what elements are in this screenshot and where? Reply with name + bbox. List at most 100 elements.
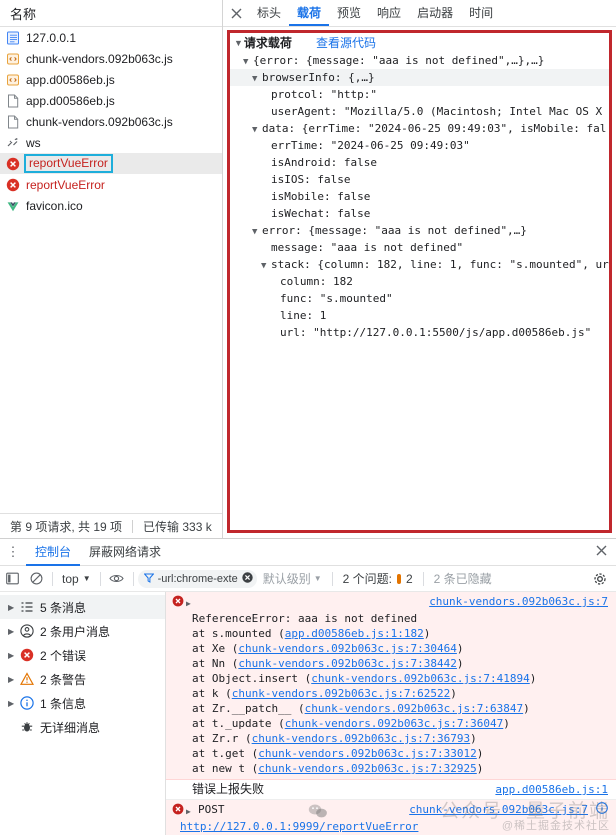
console-network-error-message[interactable]: ▶ POST chunk-vendors.092b063c.js:7 http:…: [166, 800, 616, 835]
json-row[interactable]: isWechat: false: [230, 205, 609, 222]
stack-frame[interactable]: at Object.insert (chunk-vendors.092b063c…: [166, 671, 616, 686]
stack-frame-link[interactable]: chunk-vendors.092b063c.js:7:36047: [285, 717, 504, 730]
stack-frame-link[interactable]: chunk-vendors.092b063c.js:7:32925: [258, 762, 477, 775]
request-row[interactable]: reportVueError: [0, 174, 222, 195]
log-level-selector[interactable]: 默认级别 ▼: [257, 570, 328, 587]
stack-frame[interactable]: at t._update (chunk-vendors.092b063c.js:…: [166, 716, 616, 731]
error-source-link[interactable]: chunk-vendors.092b063c.js:7: [429, 594, 608, 609]
expand-triangle-icon[interactable]: ▼: [252, 224, 262, 239]
json-row[interactable]: url: "http://127.0.0.1:5500/js/app.d0058…: [230, 324, 609, 341]
clear-filter-icon[interactable]: [242, 572, 253, 586]
request-row[interactable]: ws: [0, 132, 222, 153]
json-row[interactable]: ▼{error: {message: "aaa is not defined",…: [230, 52, 609, 69]
expand-triangle-icon[interactable]: ▶: [186, 596, 198, 611]
stack-frame-link[interactable]: chunk-vendors.092b063c.js:7:41894: [311, 672, 530, 685]
stack-frame[interactable]: at s.mounted (app.d00586eb.js:1:182): [166, 626, 616, 641]
json-row[interactable]: isIOS: false: [230, 171, 609, 188]
console-filter-input[interactable]: -url:chrome-exte: [138, 570, 257, 588]
stack-frame[interactable]: at new t (chunk-vendors.092b063c.js:7:32…: [166, 761, 616, 776]
stack-frame[interactable]: at Zr.r (chunk-vendors.092b063c.js:7:367…: [166, 731, 616, 746]
stack-frame-link[interactable]: chunk-vendors.092b063c.js:7:63847: [305, 702, 524, 715]
expand-triangle-icon[interactable]: ▼: [243, 54, 253, 69]
json-row[interactable]: line: 1: [230, 307, 609, 324]
console-sidebar-item[interactable]: 无详细消息: [0, 715, 165, 739]
console-log-message[interactable]: 错误上报失败 app.d00586eb.js:1: [166, 780, 616, 800]
expand-triangle-icon[interactable]: ▼: [252, 71, 262, 86]
detail-tab[interactable]: 响应: [369, 0, 409, 26]
console-sidebar-item[interactable]: ▶2 条警告: [0, 667, 165, 691]
detail-tab[interactable]: 启动器: [409, 0, 461, 26]
expand-triangle-icon[interactable]: ▶: [8, 627, 20, 636]
stack-frame-link[interactable]: app.d00586eb.js:1:182: [285, 627, 424, 640]
request-row[interactable]: chunk-vendors.092b063c.js: [0, 111, 222, 132]
expand-triangle-icon[interactable]: ▶: [8, 651, 20, 660]
network-source-link[interactable]: chunk-vendors.092b063c.js:7: [409, 802, 588, 817]
stack-frame[interactable]: at t.get (chunk-vendors.092b063c.js:7:33…: [166, 746, 616, 761]
show-console-sidebar-icon[interactable]: [0, 572, 24, 585]
console-sidebar[interactable]: ▶5 条消息▶2 条用户消息▶2 个错误▶2 条警告▶1 条信息无详细消息: [0, 592, 166, 835]
request-row[interactable]: 127.0.0.1: [0, 27, 222, 48]
stack-frame-link[interactable]: chunk-vendors.092b063c.js:7:38442: [238, 657, 457, 670]
close-icon[interactable]: [223, 0, 249, 26]
payload-header[interactable]: ▼ 请求载荷 查看源代码: [230, 33, 609, 52]
json-row[interactable]: message: "aaa is not defined": [230, 239, 609, 256]
request-rows[interactable]: 127.0.0.1chunk-vendors.092b063c.jsapp.d0…: [0, 27, 222, 513]
request-row[interactable]: app.d00586eb.js: [0, 90, 222, 111]
expand-triangle-icon[interactable]: ▶: [8, 699, 20, 708]
expand-triangle-icon[interactable]: ▼: [252, 122, 262, 137]
console-sidebar-item[interactable]: ▶5 条消息: [0, 595, 165, 619]
gear-icon[interactable]: [588, 572, 612, 586]
stack-frame[interactable]: at k (chunk-vendors.092b063c.js:7:62522): [166, 686, 616, 701]
detail-tab[interactable]: 时间: [461, 0, 501, 26]
json-row[interactable]: func: "s.mounted": [230, 290, 609, 307]
stack-frame-link[interactable]: chunk-vendors.092b063c.js:7:62522: [232, 687, 451, 700]
issues-indicator[interactable]: 2 个问题: 2: [337, 570, 419, 587]
stack-frame[interactable]: at Xe (chunk-vendors.092b063c.js:7:30464…: [166, 641, 616, 656]
stack-frame[interactable]: at Zr.__patch__ (chunk-vendors.092b063c.…: [166, 701, 616, 716]
stack-frame-suffix: ): [424, 627, 431, 640]
close-icon[interactable]: [596, 545, 607, 559]
live-expression-icon[interactable]: [105, 572, 129, 585]
drawer-tab[interactable]: 控制台: [26, 539, 80, 566]
detail-tab[interactable]: 标头: [249, 0, 289, 26]
json-row[interactable]: ▼error: {message: "aaa is not defined",……: [230, 222, 609, 239]
console-error-message[interactable]: ▶ chunk-vendors.092b063c.js:7 ReferenceE…: [166, 592, 616, 780]
detail-tab[interactable]: 预览: [329, 0, 369, 26]
console-sidebar-item[interactable]: ▶2 个错误: [0, 643, 165, 667]
json-row[interactable]: errTime: "2024-06-25 09:49:03": [230, 137, 609, 154]
stack-frame[interactable]: at Nn (chunk-vendors.092b063c.js:7:38442…: [166, 656, 616, 671]
json-row[interactable]: ▼browserInfo: {,…}: [230, 69, 609, 86]
console-sidebar-item[interactable]: ▶1 条信息: [0, 691, 165, 715]
stack-frame-link[interactable]: chunk-vendors.092b063c.js:7:36793: [252, 732, 471, 745]
js-context-selector[interactable]: top ▼: [57, 572, 96, 586]
json-row[interactable]: ▼data: {errTime: "2024-06-25 09:49:03", …: [230, 120, 609, 137]
json-row[interactable]: column: 182: [230, 273, 609, 290]
clear-console-icon[interactable]: [24, 572, 48, 585]
drawer-tab[interactable]: 屏蔽网络请求: [80, 539, 170, 566]
stack-frame-link[interactable]: chunk-vendors.092b063c.js:7:30464: [238, 642, 457, 655]
expand-triangle-icon[interactable]: ▼: [261, 258, 271, 273]
json-row[interactable]: userAgent: "Mozilla/5.0 (Macintosh; Inte…: [230, 103, 609, 120]
stack-frame-link[interactable]: chunk-vendors.092b063c.js:7:33012: [258, 747, 477, 760]
info-circle-icon[interactable]: [596, 802, 608, 818]
json-row[interactable]: ▼stack: {column: 182, line: 1, func: "s.…: [230, 256, 609, 273]
detail-tab[interactable]: 载荷: [289, 0, 329, 26]
more-options-icon[interactable]: ⋮: [0, 544, 26, 560]
expand-triangle-icon[interactable]: ▶: [8, 603, 20, 612]
console-sidebar-item[interactable]: ▶2 条用户消息: [0, 619, 165, 643]
request-row[interactable]: reportVueError: [0, 153, 222, 174]
console-messages[interactable]: ▶ chunk-vendors.092b063c.js:7 ReferenceE…: [166, 592, 616, 835]
log-source-link[interactable]: app.d00586eb.js:1: [495, 782, 608, 797]
json-row[interactable]: protcol: "http:": [230, 86, 609, 103]
request-url-link[interactable]: http://127.0.0.1:9999/reportVueError: [166, 819, 616, 834]
json-row[interactable]: isMobile: false: [230, 188, 609, 205]
expand-triangle-icon[interactable]: ▶: [186, 804, 198, 819]
request-row[interactable]: chunk-vendors.092b063c.js: [0, 48, 222, 69]
request-row[interactable]: app.d00586eb.js: [0, 69, 222, 90]
payload-json-tree[interactable]: ▼{error: {message: "aaa is not defined",…: [230, 52, 609, 341]
request-row[interactable]: favicon.ico: [0, 195, 222, 216]
expand-triangle-icon[interactable]: ▶: [8, 675, 20, 684]
json-row[interactable]: isAndroid: false: [230, 154, 609, 171]
chevron-down-icon[interactable]: ▼: [234, 38, 243, 48]
view-source-link[interactable]: 查看源代码: [316, 34, 376, 51]
